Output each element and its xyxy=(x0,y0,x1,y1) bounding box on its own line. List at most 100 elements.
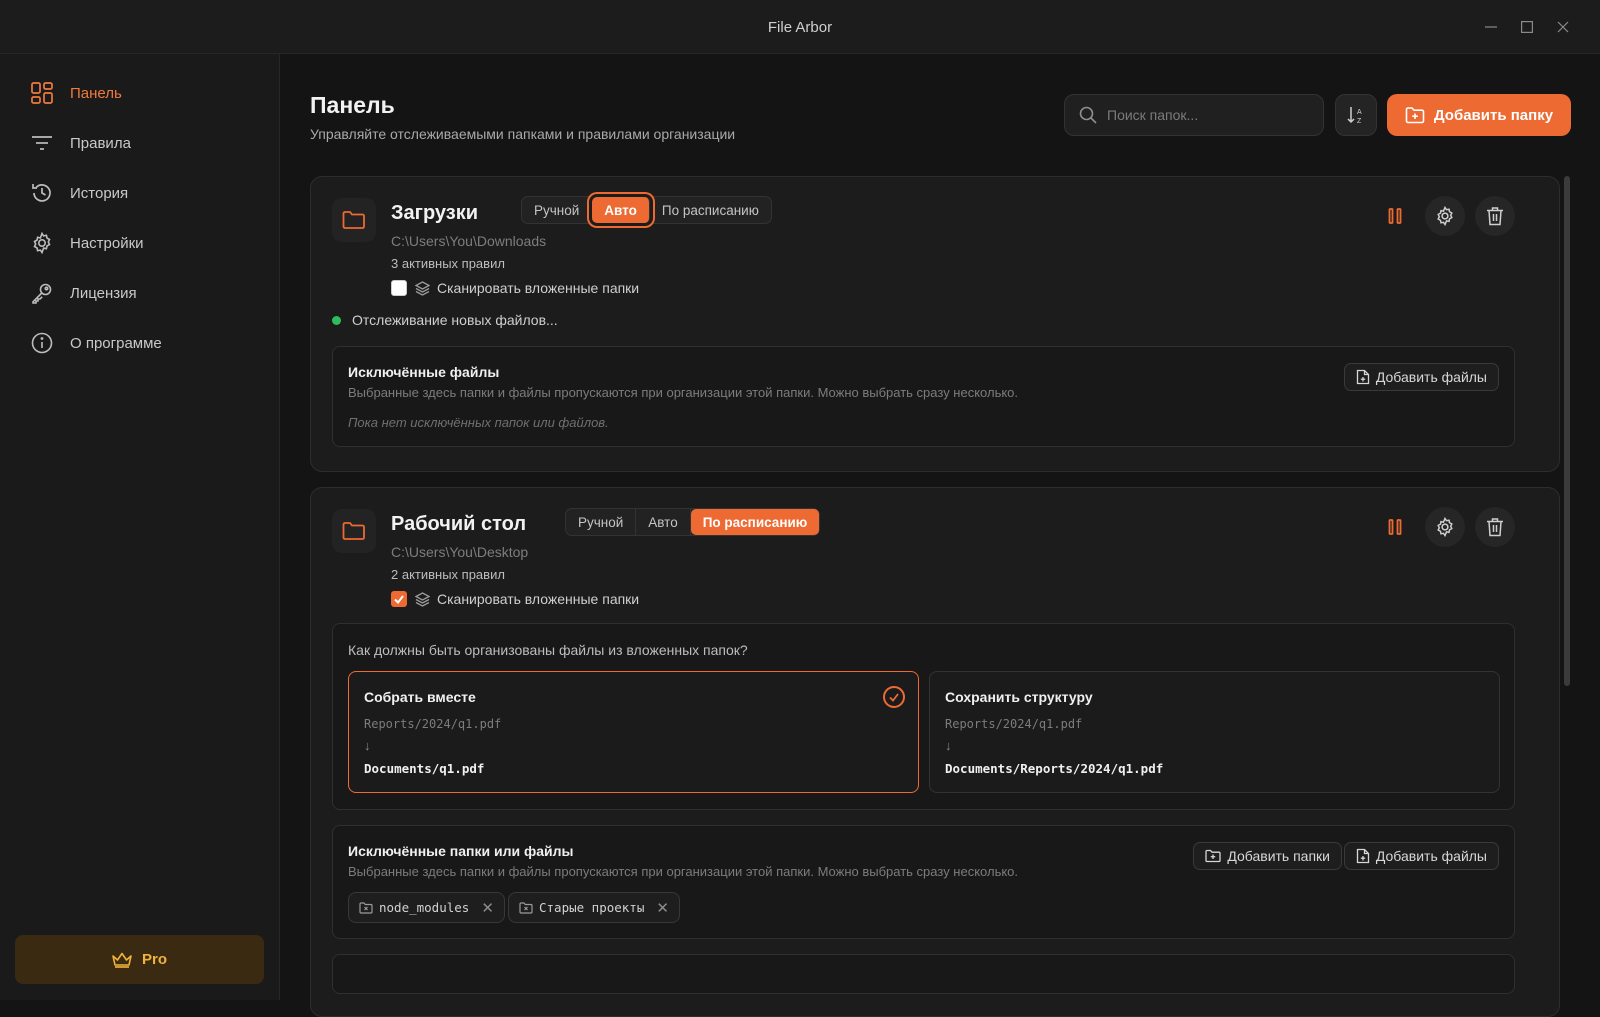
add-folder-button[interactable]: Добавить папку xyxy=(1387,94,1571,136)
arrow-down-icon: ↓ xyxy=(364,738,371,753)
file-plus-icon xyxy=(1356,369,1370,385)
excluded-desc: Выбранные здесь папки и файлы пропускают… xyxy=(348,864,1019,879)
remove-chip-icon[interactable]: ✕ xyxy=(481,899,494,917)
key-icon xyxy=(30,281,54,305)
history-icon xyxy=(30,181,54,205)
close-icon[interactable] xyxy=(1552,16,1574,38)
organize-panel: Как должны быть организованы файлы из вл… xyxy=(332,623,1515,810)
excluded-chip: Старые проекты ✕ xyxy=(508,892,680,923)
remove-chip-icon[interactable]: ✕ xyxy=(656,899,669,917)
folder-name: Загрузки xyxy=(391,202,479,224)
folder-name: Рабочий стол xyxy=(391,513,527,535)
add-files-label: Добавить файлы xyxy=(1375,369,1487,385)
status-text: Отслеживание новых файлов... xyxy=(352,312,558,328)
trash-icon xyxy=(1487,518,1503,537)
checkmark-icon xyxy=(394,595,404,605)
rules-count: 2 активных правил xyxy=(391,567,505,582)
arrow-down-icon: ↓ xyxy=(945,738,952,753)
sidebar-item-label: Панель xyxy=(70,84,122,102)
add-files-label: Добавить файлы xyxy=(1375,848,1487,864)
pro-label: Pro xyxy=(141,951,167,968)
minimize-icon[interactable] xyxy=(1480,16,1502,38)
excluded-panel: Исключённые папки или файлы Выбранные зд… xyxy=(332,825,1515,939)
add-folders-button[interactable]: Добавить папки xyxy=(1193,842,1342,870)
sidebar-item-about[interactable]: О программе xyxy=(30,328,162,358)
mode-auto[interactable]: Авто xyxy=(636,509,691,535)
title-bar: File Arbor xyxy=(0,0,1600,54)
sidebar-item-history[interactable]: История xyxy=(30,178,128,208)
excluded-title: Исключённые папки или файлы xyxy=(348,843,574,859)
chip-label: node_modules xyxy=(379,900,470,915)
mode-manual[interactable]: Ручной xyxy=(566,509,637,535)
option-example-from: Reports/2024/q1.pdf xyxy=(364,717,502,731)
pause-button[interactable] xyxy=(1375,196,1415,236)
option-keep-structure[interactable]: Сохранить структуру Reports/2024/q1.pdf … xyxy=(929,671,1500,793)
delete-button[interactable] xyxy=(1475,507,1515,547)
option-title: Сохранить структуру xyxy=(945,689,1093,705)
chip-label: Старые проекты xyxy=(539,900,645,915)
rules-count: 3 активных правил xyxy=(391,256,505,271)
option-example-from: Reports/2024/q1.pdf xyxy=(945,717,1083,731)
mode-scheduled[interactable]: По расписанию xyxy=(690,509,820,535)
search-input[interactable] xyxy=(1107,107,1307,123)
sidebar-item-label: История xyxy=(70,184,129,202)
watch-status: Отслеживание новых файлов... xyxy=(332,312,558,328)
excluded-desc: Выбранные здесь папки и файлы пропускают… xyxy=(348,385,1019,400)
folder-plus-icon xyxy=(1205,849,1221,863)
scrollbar[interactable] xyxy=(1564,176,1570,686)
file-plus-icon xyxy=(1356,848,1370,864)
folder-path: C:\Users\You\Downloads xyxy=(391,233,547,249)
status-dot xyxy=(332,315,341,325)
sidebar-item-rules[interactable]: Правила xyxy=(30,128,131,158)
delete-button[interactable] xyxy=(1475,196,1515,236)
next-panel xyxy=(332,954,1515,994)
mode-scheduled[interactable]: По расписанию xyxy=(650,197,771,223)
scan-subfolders-label: Сканировать вложенные папки xyxy=(437,591,640,607)
folder-x-icon xyxy=(359,901,373,914)
sidebar: Панель Правила История Настройки Лицензи… xyxy=(0,54,280,1000)
mode-manual[interactable]: Ручной xyxy=(522,197,593,223)
scan-subfolders-row: Сканировать вложенные папки xyxy=(391,280,639,296)
selected-check-icon xyxy=(883,686,905,708)
folder-plus-icon xyxy=(1405,107,1425,124)
pause-icon xyxy=(1388,519,1402,535)
svg-text:Z: Z xyxy=(1357,118,1362,125)
sort-az-icon: AZ xyxy=(1347,107,1362,125)
folder-path: C:\Users\You\Desktop xyxy=(391,544,529,560)
scan-subfolders-checkbox[interactable] xyxy=(391,280,407,296)
sidebar-item-license[interactable]: Лицензия xyxy=(30,278,137,308)
add-folder-label: Добавить папку xyxy=(1433,106,1554,124)
sidebar-item-dashboard[interactable]: Панель xyxy=(30,78,122,108)
page-title: Панель xyxy=(310,92,395,118)
trash-icon xyxy=(1487,207,1503,226)
folder-icon xyxy=(332,509,376,553)
sidebar-item-settings[interactable]: Настройки xyxy=(30,228,144,258)
organize-question: Как должны быть организованы файлы из вл… xyxy=(348,642,748,658)
folder-settings-button[interactable] xyxy=(1425,196,1465,236)
pause-button[interactable] xyxy=(1375,507,1415,547)
pro-button[interactable]: Pro xyxy=(15,935,264,984)
folder-card-downloads: Загрузки C:\Users\You\Downloads 3 активн… xyxy=(310,176,1560,472)
scan-subfolders-checkbox[interactable] xyxy=(391,591,407,607)
search-box[interactable] xyxy=(1064,94,1324,136)
excluded-panel: Исключённые файлы Выбранные здесь папки … xyxy=(332,346,1515,447)
sort-button[interactable]: AZ xyxy=(1335,94,1377,136)
excluded-title: Исключённые файлы xyxy=(348,364,500,380)
svg-text:A: A xyxy=(1357,109,1362,116)
option-example-to: Documents/q1.pdf xyxy=(364,761,485,776)
mode-auto[interactable]: Авто xyxy=(592,197,650,223)
maximize-icon[interactable] xyxy=(1516,16,1538,38)
folder-settings-button[interactable] xyxy=(1425,507,1465,547)
dashboard-grid-icon xyxy=(30,81,54,105)
folder-card-desktop: Рабочий стол C:\Users\You\Desktop 2 акти… xyxy=(310,487,1560,1017)
option-example-to: Documents/Reports/2024/q1.pdf xyxy=(945,761,1164,776)
option-collect-together[interactable]: Собрать вместе Reports/2024/q1.pdf ↓ Doc… xyxy=(348,671,919,793)
sidebar-item-label: Лицензия xyxy=(70,284,137,302)
crown-icon xyxy=(112,952,132,968)
mode-selector: Ручной Авто По расписанию xyxy=(565,508,821,536)
add-files-button[interactable]: Добавить файлы xyxy=(1343,842,1499,870)
gear-icon xyxy=(30,231,54,255)
option-title: Собрать вместе xyxy=(364,689,476,705)
mode-selector: Ручной Авто По расписанию xyxy=(521,196,772,224)
add-files-button[interactable]: Добавить файлы xyxy=(1343,363,1499,391)
